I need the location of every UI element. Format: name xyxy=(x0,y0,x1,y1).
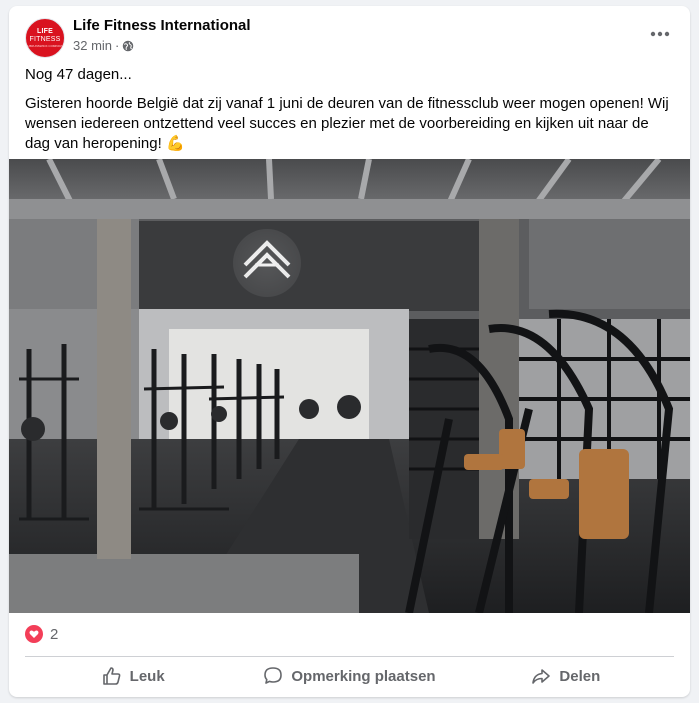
comment-icon xyxy=(264,667,283,684)
post-text: Nog 47 dagen... Gisteren hoorde België d… xyxy=(25,65,675,163)
post-text-line2: Gisteren hoorde België dat zij vanaf 1 j… xyxy=(25,95,669,152)
love-reaction-icon xyxy=(25,625,43,643)
avatar-logo-line3: A BRUNSWICK COMPANY xyxy=(26,44,64,48)
avatar-logo-line2: FITNESS xyxy=(29,36,61,43)
post-card: LIFE FITNESS A BRUNSWICK COMPANY Life Fi… xyxy=(9,6,690,697)
more-options-icon[interactable] xyxy=(646,22,674,46)
avatar-logo-line1: LIFE xyxy=(37,28,53,35)
share-icon xyxy=(532,669,551,684)
comment-button[interactable]: Opmerking plaatsen xyxy=(241,658,457,694)
gym-photo-graphic xyxy=(9,159,690,613)
post-text-line1: Nog 47 dagen... xyxy=(25,66,132,83)
like-label: Leuk xyxy=(129,667,165,685)
globe-icon[interactable] xyxy=(122,40,134,52)
like-button[interactable]: Leuk xyxy=(25,658,241,694)
post-time[interactable]: 32 min xyxy=(73,38,112,53)
reaction-count: 2 xyxy=(50,625,59,643)
post-meta: 32 min · xyxy=(73,38,134,53)
page-avatar[interactable]: LIFE FITNESS A BRUNSWICK COMPANY xyxy=(25,18,65,58)
share-button[interactable]: Delen xyxy=(458,658,674,694)
share-label: Delen xyxy=(559,667,601,685)
gym-photo[interactable] xyxy=(9,159,690,613)
meta-separator: · xyxy=(115,38,120,53)
post-actions: Leuk Opmerking plaatsen Delen xyxy=(25,658,674,694)
reactions-summary[interactable]: 2 xyxy=(25,624,58,644)
thumbs-up-icon xyxy=(102,667,121,685)
actions-divider xyxy=(25,656,674,657)
post-header: LIFE FITNESS A BRUNSWICK COMPANY Life Fi… xyxy=(9,6,690,66)
page-name[interactable]: Life Fitness International xyxy=(73,17,251,34)
comment-label: Opmerking plaatsen xyxy=(291,667,436,685)
